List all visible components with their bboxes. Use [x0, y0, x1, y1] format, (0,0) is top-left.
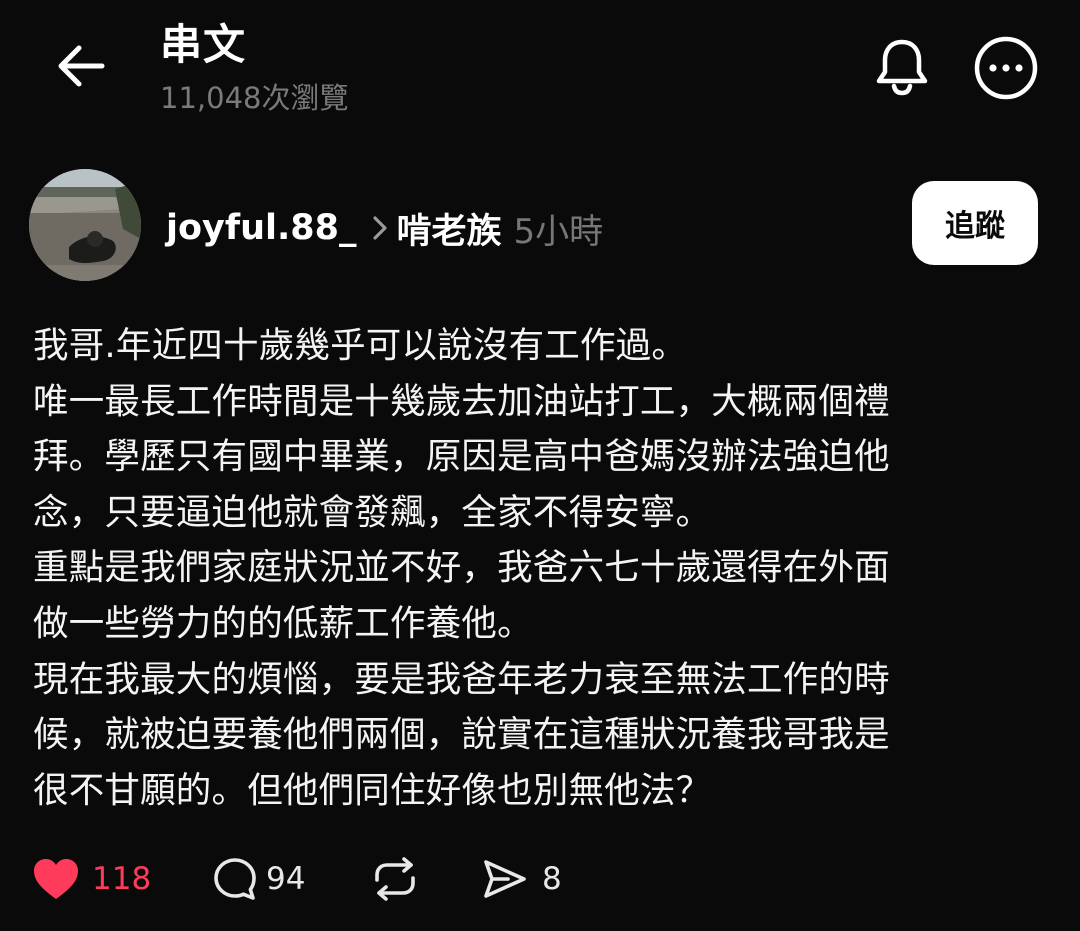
post-text-line: 做一些勞力的的低薪工作養他。 [33, 602, 533, 644]
share-button[interactable]: 8 [482, 848, 562, 910]
post-text-line: 候，就被迫要養他們兩個，說實在這種狀況養我哥我是 [33, 714, 890, 756]
avatar[interactable] [29, 169, 141, 281]
follow-button[interactable]: 追蹤 [912, 181, 1038, 265]
repost-button[interactable] [371, 848, 419, 910]
top-bar: 串文 11,048次瀏覽 [0, 0, 1080, 140]
post-text-line: 重點是我們家庭狀況並不好，我爸六七十歲還得在外面 [33, 547, 890, 589]
post-actions: 118 94 8 [0, 848, 1080, 910]
back-button[interactable] [50, 36, 110, 96]
comment-icon [214, 858, 256, 900]
author-username[interactable]: joyful.88_ [166, 208, 357, 248]
post-text-line: 現在我最大的煩惱，要是我爸年老力衰至無法工作的時 [33, 658, 890, 700]
reply-count: 94 [266, 861, 306, 897]
post-time: 5小時 [513, 211, 604, 252]
repost-icon [375, 857, 415, 901]
post-text-line: 唯一最長工作時間是十幾歲去加油站打工，大概兩個禮 [33, 380, 890, 422]
author-row: joyful.88_ 啃老族 5小時 [166, 200, 603, 256]
share-icon [484, 860, 526, 898]
back-arrow-icon [58, 45, 105, 87]
notification-button[interactable] [870, 34, 934, 98]
more-icon [974, 36, 1038, 100]
like-button[interactable]: 118 [32, 848, 151, 910]
avatar-photo [29, 169, 141, 281]
post-text-line: 很不甘願的。但他們同住好像也別無他法？ [33, 769, 712, 811]
reply-button[interactable]: 94 [212, 848, 305, 910]
post-text-line: 念，只要逼迫他就會發飆，全家不得安寧。 [33, 491, 712, 533]
post-text-line: 拜。學歷只有國中畢業，原因是高中爸媽沒辦法強迫他 [33, 436, 890, 478]
post-text-line: 我哥.年近四十歲幾乎可以說沒有工作過。 [33, 325, 688, 366]
bell-icon [876, 39, 928, 96]
more-options-button[interactable] [972, 34, 1040, 102]
post-content: 我哥.年近四十歲幾乎可以說沒有工作過。 唯一最長工作時間是十幾歲去加油站打工，大… [33, 318, 1033, 818]
view-count: 11,048次瀏覽 [160, 81, 349, 115]
heart-icon [34, 859, 78, 899]
page-title: 串文 [160, 20, 247, 69]
community-name[interactable]: 啃老族 [397, 203, 502, 254]
share-count: 8 [542, 861, 562, 897]
chevron-right-icon [371, 215, 389, 241]
like-count: 118 [92, 861, 152, 897]
